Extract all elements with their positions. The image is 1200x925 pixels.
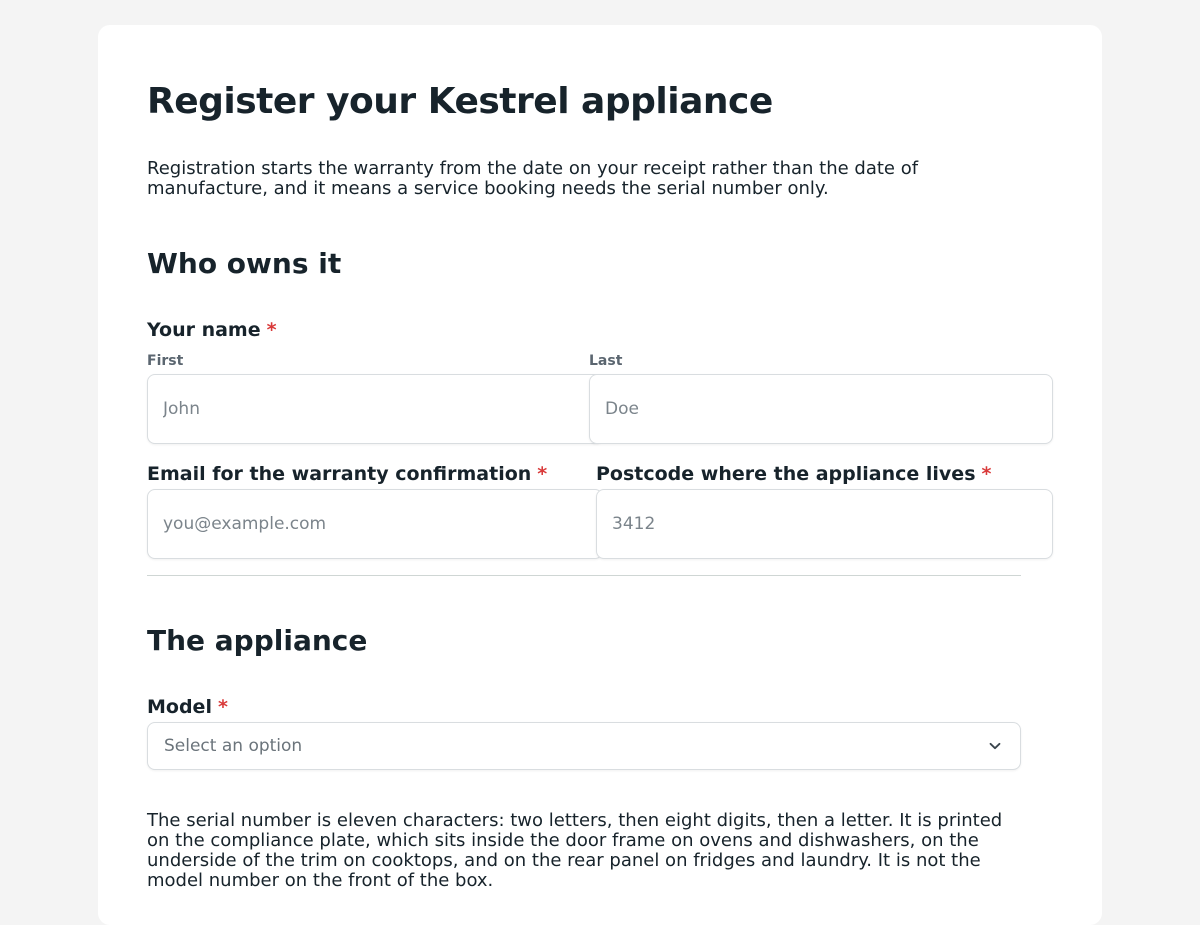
last-name-sublabel: Last [589,353,623,369]
email-label: Email for the warranty confirmation * [147,463,547,485]
name-label-text: Your name [147,319,261,341]
model-select-value: Select an option [164,736,303,756]
postcode-label: Postcode where the appliance lives * [596,463,991,485]
name-label: Your name * [147,319,277,341]
email-label-text: Email for the warranty confirmation [147,463,532,485]
first-name-input[interactable] [147,374,603,444]
first-name-sublabel: First [147,353,184,369]
postcode-label-text: Postcode where the appliance lives [596,463,976,485]
owner-section-heading: Who owns it [147,247,342,280]
model-label-text: Model [147,696,212,718]
required-marker: * [537,463,548,485]
email-input[interactable] [147,489,603,559]
chevron-down-icon [989,742,1001,750]
required-marker: * [981,463,992,485]
intro-text: Registration starts the warranty from th… [147,158,919,199]
required-marker: * [266,319,277,341]
page-title: Register your Kestrel appliance [147,81,773,122]
registration-card: Register your Kestrel appliance Registra… [98,25,1102,925]
model-select[interactable]: Select an option [147,722,1021,770]
postcode-input[interactable] [596,489,1053,559]
model-label: Model * [147,696,228,718]
appliance-section-heading: The appliance [147,624,368,657]
section-divider [147,575,1021,576]
last-name-input[interactable] [589,374,1053,444]
serial-help-text: The serial number is eleven characters: … [147,810,1003,891]
required-marker: * [217,696,228,718]
